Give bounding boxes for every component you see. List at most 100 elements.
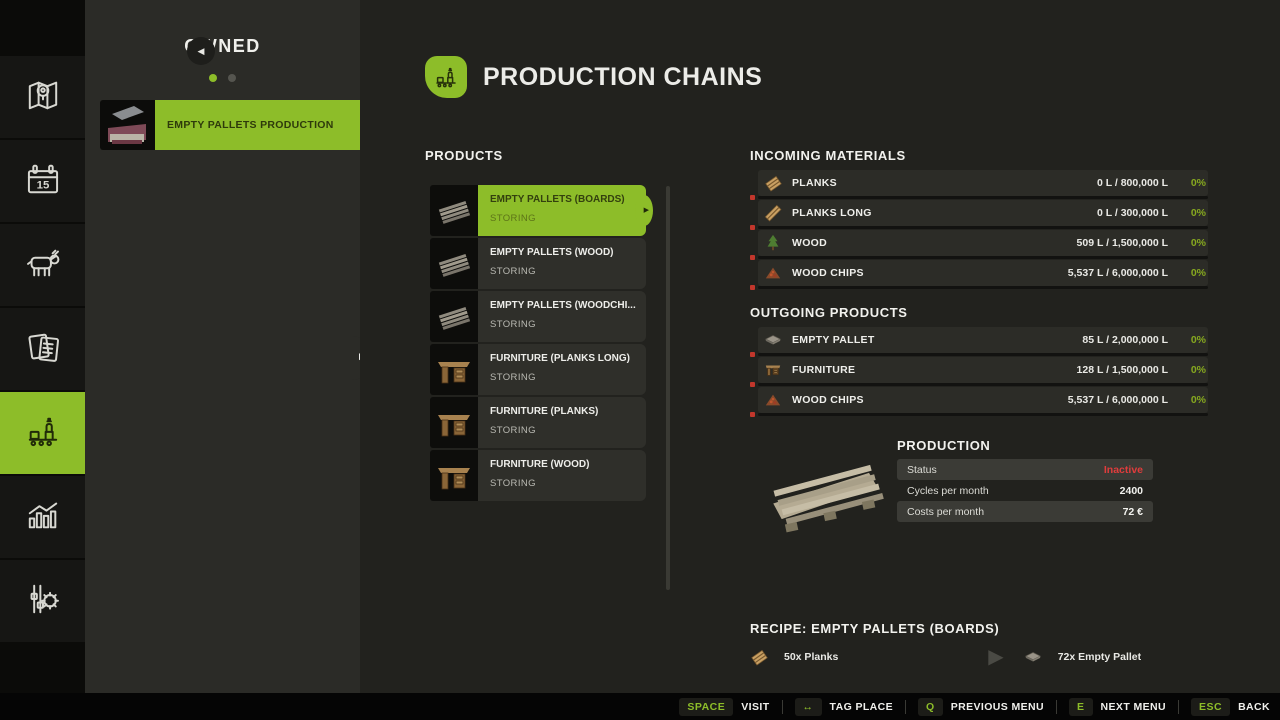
esc-key: ESC <box>1191 698 1230 716</box>
fill-level-bar <box>758 226 1208 229</box>
recipe-output: 72x Empty Pallet <box>1058 651 1141 663</box>
product-item[interactable]: FURNITURE (PLANKS LONG)STORING <box>430 344 646 395</box>
product-status: STORING <box>490 266 536 277</box>
pallet-thumb-icon <box>430 291 478 342</box>
pallet-icon <box>764 331 782 349</box>
owned-item-empty-pallets-production[interactable]: EMPTY PALLETS PRODUCTION ▶ <box>100 100 400 150</box>
page-dot-active <box>209 74 217 82</box>
product-item[interactable]: EMPTY PALLETS (WOODCHI... STORING <box>430 291 646 342</box>
material-row: PLANKS LONG 0 L / 300,000 L 0% <box>750 200 1208 229</box>
wood-chips-icon <box>764 391 782 409</box>
page-dot <box>228 74 236 82</box>
product-name: FURNITURE (WOOD) <box>490 459 638 470</box>
furniture-thumb-icon <box>430 344 478 395</box>
product-status: STORING <box>490 425 536 436</box>
product-row: WOOD CHIPS 5,537 L / 6,000,000 L 0% <box>750 387 1208 416</box>
product-status: STORING <box>490 319 536 330</box>
fill-level-bar <box>758 196 1208 199</box>
production-chains-page-icon <box>425 56 467 98</box>
selected-product-image <box>758 438 888 556</box>
product-name: EMPTY PALLETS (BOARDS) <box>490 194 638 205</box>
input-help-bar: SPACE VISIT ↔ TAG PLACE Q PREVIOUS MENU … <box>0 693 1280 720</box>
fill-level-bar <box>758 286 1208 289</box>
product-item[interactable]: FURNITURE (PLANKS) STORING <box>430 397 646 448</box>
separator <box>905 700 906 714</box>
production-costs-row: Costs per month 72 € <box>897 501 1153 522</box>
pallet-thumb-icon <box>430 238 478 289</box>
main-content: PRODUCTION CHAINS PRODUCTS EMPTY PALLETS… <box>360 0 1280 693</box>
animals-icon <box>21 241 65 290</box>
product-name: FURNITURE (PLANKS LONG) <box>490 353 638 364</box>
fill-level-bar <box>758 353 1208 356</box>
outgoing-products-title: OUTGOING PRODUCTS <box>750 305 908 320</box>
sidebar-item-animals[interactable] <box>0 224 85 307</box>
products-section-title: PRODUCTS <box>425 148 503 163</box>
wood-chips-icon <box>764 264 782 282</box>
action-tag-place[interactable]: ↔ TAG PLACE <box>795 698 894 716</box>
fill-level-bar <box>758 256 1208 259</box>
tree-icon <box>764 234 782 252</box>
page-dots <box>85 69 360 87</box>
planks-icon <box>750 648 768 666</box>
action-previous-menu[interactable]: Q PREVIOUS MENU <box>918 698 1044 716</box>
material-row: PLANKS 0 L / 800,000 L 0% <box>750 170 1208 199</box>
furniture-thumb-icon <box>430 397 478 448</box>
recipe-row: 50x Planks ▶ 72x Empty Pallet <box>750 643 1208 671</box>
owned-prev-page-button[interactable]: ◀ <box>187 37 215 65</box>
separator <box>782 700 783 714</box>
calendar-day: 15 <box>36 179 49 191</box>
status-value: Inactive <box>1104 464 1143 476</box>
owned-item-label: EMPTY PALLETS PRODUCTION <box>167 100 377 150</box>
product-row: EMPTY PALLET 85 L / 2,000,000 L 0% <box>750 327 1208 356</box>
map-icon <box>21 73 65 122</box>
product-item[interactable]: FURNITURE (WOOD) STORING <box>430 450 646 501</box>
product-status: STORING <box>490 478 536 489</box>
pallet-thumb-icon <box>430 185 478 236</box>
sidebar-item-calendar[interactable]: 15 <box>0 140 85 223</box>
production-chains-icon <box>21 409 65 458</box>
product-status: STORING <box>490 213 536 224</box>
material-row: WOOD 509 L / 1,500,000 L 0% <box>750 230 1208 259</box>
owned-item-thumbnail <box>100 100 155 150</box>
space-key: SPACE <box>679 698 733 716</box>
product-row: FURNITURE 128 L / 1,500,000 L 0% <box>750 357 1208 386</box>
action-visit[interactable]: SPACE VISIT <box>679 698 769 716</box>
fill-level-bar <box>758 383 1208 386</box>
action-next-menu[interactable]: E NEXT MENU <box>1069 698 1166 716</box>
planks-long-icon <box>764 204 782 222</box>
fill-marker <box>750 285 755 290</box>
fill-marker <box>750 412 755 417</box>
production-status-row: Status Inactive <box>897 459 1153 480</box>
production-info-table: Status Inactive Cycles per month 2400 Co… <box>897 459 1153 522</box>
incoming-materials-title: INCOMING MATERIALS <box>750 148 906 163</box>
separator <box>1056 700 1057 714</box>
fill-level-bar <box>758 413 1208 416</box>
product-item[interactable]: EMPTY PALLETS (BOARDS) STORING ▶ <box>430 185 646 236</box>
selected-arrow-icon: ▶ <box>644 206 649 214</box>
furniture-thumb-icon <box>430 450 478 501</box>
product-item[interactable]: EMPTY PALLETS (WOOD)STORING <box>430 238 646 289</box>
finances-icon <box>21 325 65 374</box>
recipe-input: 50x Planks <box>784 651 838 663</box>
owned-panel: OWNED ◀ ▶ EMPTY PALLETS PRODUCTION ▶ <box>85 0 360 693</box>
e-key: E <box>1069 698 1093 716</box>
mouse-axis-icon: ↔ <box>795 698 822 716</box>
calendar-icon: 15 <box>21 157 65 206</box>
product-name: EMPTY PALLETS (WOODCHI... <box>490 300 638 311</box>
planks-icon <box>764 174 782 192</box>
production-chains-screen: 15 ▶ <box>0 0 1280 720</box>
sidebar-item-production-chains[interactable] <box>0 392 85 475</box>
production-cycles-row: Cycles per month 2400 <box>897 480 1153 501</box>
page-title: PRODUCTION CHAINS <box>483 63 762 92</box>
products-scrollbar[interactable] <box>666 186 670 590</box>
sidebar-item-settings[interactable] <box>0 560 85 643</box>
product-name: FURNITURE (PLANKS) <box>490 406 638 417</box>
sidebar-item-finances[interactable] <box>0 308 85 391</box>
chevron-left-icon: ◀ <box>198 46 205 56</box>
sidebar-item-map[interactable] <box>0 56 85 139</box>
action-back[interactable]: ESC BACK <box>1191 698 1270 716</box>
settings-icon <box>21 577 65 626</box>
pallet-icon <box>1024 648 1042 666</box>
recipe-title: RECIPE: EMPTY PALLETS (BOARDS) <box>750 621 999 636</box>
sidebar-item-statistics[interactable] <box>0 476 85 559</box>
